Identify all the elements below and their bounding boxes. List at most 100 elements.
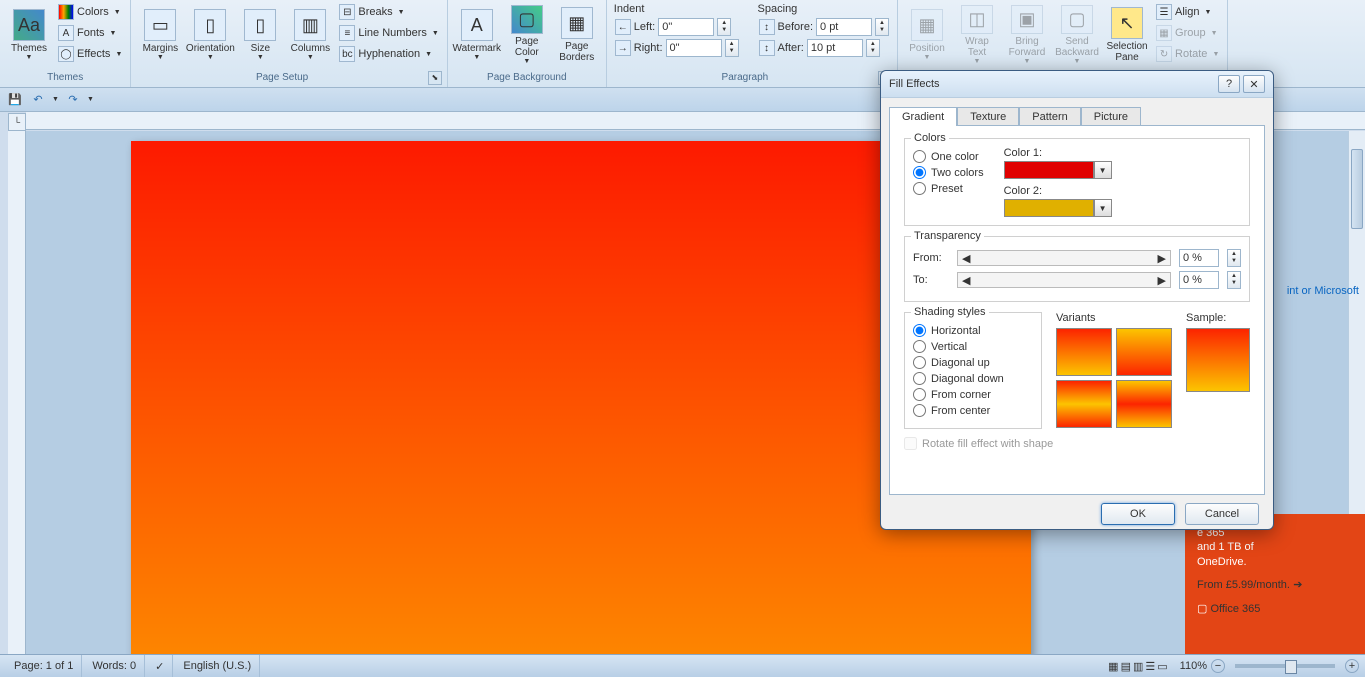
fonts-button[interactable]: AFonts▼ xyxy=(55,23,125,43)
columns-icon: ▥ xyxy=(294,9,326,41)
help-button[interactable]: ? xyxy=(1218,75,1240,93)
color-1-dropdown[interactable]: ▼ xyxy=(1094,161,1112,179)
group-themes: AaThemes▼ Colors▼ AFonts▼ ◯Effects▼ Them… xyxy=(0,0,131,87)
undo-button[interactable]: ↶ xyxy=(29,91,47,109)
group-icon: ▦ xyxy=(1156,25,1172,41)
indent-right-input[interactable] xyxy=(666,39,722,57)
status-language[interactable]: English (U.S.) xyxy=(175,655,260,677)
side-link[interactable]: int or Microsoft xyxy=(1287,285,1359,297)
colors-button[interactable]: Colors▼ xyxy=(55,2,125,22)
page-color-button[interactable]: ▢Page Color▼ xyxy=(503,2,551,68)
watermark-button[interactable]: AWatermark▼ xyxy=(453,2,501,68)
scroll-thumb[interactable] xyxy=(1351,149,1363,229)
variant-4[interactable] xyxy=(1116,380,1172,428)
status-words[interactable]: Words: 0 xyxy=(84,655,145,677)
spin-button[interactable]: ▲▼ xyxy=(725,39,739,57)
hyphenation-button[interactable]: bcHyphenation▼ xyxy=(336,44,441,64)
close-button[interactable]: ✕ xyxy=(1243,75,1265,93)
status-page[interactable]: Page: 1 of 1 xyxy=(6,655,82,677)
size-icon: ▯ xyxy=(244,9,276,41)
radio-diagonal-up[interactable]: Diagonal up xyxy=(913,356,1033,369)
transparency-from-input[interactable] xyxy=(1179,249,1219,267)
position-icon: ▦ xyxy=(911,9,943,41)
transparency-from-slider[interactable]: ◀▶ xyxy=(957,250,1171,266)
zoom-level[interactable]: 110% xyxy=(1180,660,1207,672)
transparency-to-input[interactable] xyxy=(1179,271,1219,289)
themes-button[interactable]: AaThemes▼ xyxy=(5,2,53,68)
ok-button[interactable]: OK xyxy=(1101,503,1175,525)
breaks-button[interactable]: ⊟Breaks▼ xyxy=(336,2,441,22)
view-draft-icon[interactable]: ▭ xyxy=(1157,660,1167,673)
spacing-after-input[interactable] xyxy=(807,39,863,57)
color-1-swatch[interactable] xyxy=(1004,161,1094,179)
effects-button[interactable]: ◯Effects▼ xyxy=(55,44,125,64)
group-title: Themes xyxy=(5,70,125,85)
color-2-dropdown[interactable]: ▼ xyxy=(1094,199,1112,217)
cancel-button[interactable]: Cancel xyxy=(1185,503,1259,525)
spin-button[interactable]: ▲▼ xyxy=(875,18,889,36)
tab-picture[interactable]: Picture xyxy=(1081,107,1141,126)
zoom-slider[interactable] xyxy=(1235,664,1335,668)
colors-icon xyxy=(58,4,74,20)
variant-2[interactable] xyxy=(1116,328,1172,376)
size-button[interactable]: ▯Size▼ xyxy=(236,2,284,68)
indent-right-row: →Right:▲▼ xyxy=(612,38,742,58)
selection-pane-button[interactable]: ↖Selection Pane xyxy=(1103,2,1151,68)
view-print-layout-icon[interactable]: ▦ xyxy=(1108,660,1118,673)
spacing-before-input[interactable] xyxy=(816,18,872,36)
variant-3[interactable] xyxy=(1056,380,1112,428)
status-proof[interactable]: ✓ xyxy=(147,655,173,677)
radio-diagonal-down[interactable]: Diagonal down xyxy=(913,372,1033,385)
group-page-setup: ▭Margins▼ ▯Orientation▼ ▯Size▼ ▥Columns▼… xyxy=(131,0,447,87)
themes-icon: Aa xyxy=(13,9,45,41)
dialog-titlebar[interactable]: Fill Effects ? ✕ xyxy=(881,71,1273,98)
send-backward-button: ▢Send Backward▼ xyxy=(1053,2,1101,68)
dialog-body: Colors One color Two colors Preset Color… xyxy=(889,125,1265,495)
group-paragraph: Indent ←Left:▲▼ →Right:▲▼ Spacing ↕Befor… xyxy=(607,0,898,87)
watermark-icon: A xyxy=(461,9,493,41)
align-button[interactable]: ☰Align▼ xyxy=(1153,2,1222,22)
save-button[interactable]: 💾 xyxy=(6,91,24,109)
spacing-after-row: ↕After:▲▼ xyxy=(756,38,892,58)
radio-vertical[interactable]: Vertical xyxy=(913,340,1033,353)
vertical-ruler[interactable] xyxy=(8,131,26,654)
page-setup-launcher[interactable]: ⬊ xyxy=(428,71,442,85)
orientation-button[interactable]: ▯Orientation▼ xyxy=(186,2,234,68)
breaks-icon: ⊟ xyxy=(339,4,355,20)
rotate-icon: ↻ xyxy=(1156,46,1172,62)
spin-button[interactable]: ▲▼ xyxy=(1227,271,1241,289)
zoom-in-button[interactable]: + xyxy=(1345,659,1359,673)
radio-horizontal[interactable]: Horizontal xyxy=(913,324,1033,337)
page-borders-button[interactable]: ▦Page Borders xyxy=(553,2,601,68)
radio-from-corner[interactable]: From corner xyxy=(913,388,1033,401)
spin-button[interactable]: ▲▼ xyxy=(717,18,731,36)
margins-button[interactable]: ▭Margins▼ xyxy=(136,2,184,68)
spacing-after-icon: ↕ xyxy=(759,40,775,56)
transparency-to-slider[interactable]: ◀▶ xyxy=(957,272,1171,288)
line-numbers-icon: ≡ xyxy=(339,25,355,41)
view-full-screen-icon[interactable]: ▤ xyxy=(1121,660,1131,673)
tab-gradient[interactable]: Gradient xyxy=(889,107,957,126)
columns-button[interactable]: ▥Columns▼ xyxy=(286,2,334,68)
zoom-out-button[interactable]: − xyxy=(1211,659,1225,673)
radio-preset[interactable]: Preset xyxy=(913,182,984,195)
indent-left-input[interactable] xyxy=(658,18,714,36)
line-numbers-button[interactable]: ≡Line Numbers▼ xyxy=(336,23,441,43)
ruler-corner[interactable]: └ xyxy=(8,113,26,131)
spin-button[interactable]: ▲▼ xyxy=(866,39,880,57)
tab-texture[interactable]: Texture xyxy=(957,107,1019,126)
radio-two-colors[interactable]: Two colors xyxy=(913,166,984,179)
wrap-text-icon: ◫ xyxy=(961,5,993,34)
radio-one-color[interactable]: One color xyxy=(913,150,984,163)
align-icon: ☰ xyxy=(1156,4,1172,20)
tab-pattern[interactable]: Pattern xyxy=(1019,107,1080,126)
indent-right-icon: → xyxy=(615,40,631,56)
send-backward-icon: ▢ xyxy=(1061,5,1093,34)
view-web-icon[interactable]: ▥ xyxy=(1133,660,1143,673)
variant-1[interactable] xyxy=(1056,328,1112,376)
view-outline-icon[interactable]: ☰ xyxy=(1145,660,1155,673)
radio-from-center[interactable]: From center xyxy=(913,404,1033,417)
redo-button[interactable]: ↷ xyxy=(64,91,82,109)
color-2-swatch[interactable] xyxy=(1004,199,1094,217)
spin-button[interactable]: ▲▼ xyxy=(1227,249,1241,267)
